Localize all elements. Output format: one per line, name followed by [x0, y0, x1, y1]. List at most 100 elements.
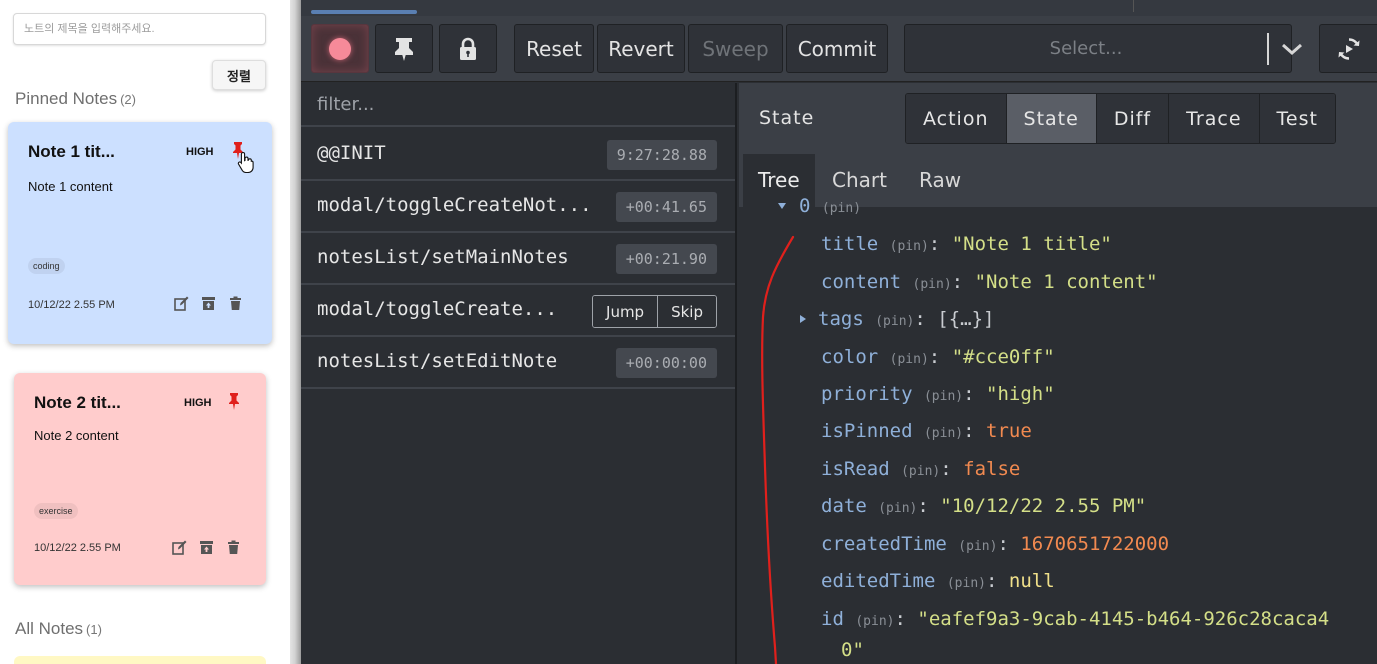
chevron-down-icon[interactable]: [1280, 37, 1304, 61]
monitor-tabs: Action State Diff Trace Test: [905, 93, 1336, 144]
edit-icon[interactable]: [174, 296, 189, 311]
note-priority: HIGH: [186, 146, 214, 158]
jump-button[interactable]: Jump: [593, 296, 658, 327]
tree-value: "#cce0ff": [951, 346, 1055, 368]
tree-value: "Note 1 content": [974, 271, 1158, 293]
tree-pin[interactable]: (pin): [958, 539, 997, 554]
inspector-title: State: [759, 107, 815, 129]
action-name: notesList/setMainNotes: [317, 246, 569, 268]
notes-app-pane: 정렬 Pinned Notes(2) Note 1 tit... HIGH No…: [0, 0, 290, 664]
tab-diff[interactable]: Diff: [1096, 94, 1170, 143]
sort-button[interactable]: 정렬: [212, 60, 266, 90]
active-tab-indicator[interactable]: [311, 10, 417, 14]
archive-icon[interactable]: [201, 296, 216, 311]
revert-button[interactable]: Revert: [597, 24, 685, 73]
tree-key: isPinned: [821, 420, 913, 442]
all-notes-heading: All Notes (1): [15, 619, 102, 639]
note-card[interactable]: Note 1 tit... HIGH Note 1 content coding…: [8, 122, 272, 344]
pane-splitter[interactable]: [290, 0, 301, 664]
hand-cursor-icon: [237, 151, 254, 173]
tree-pin[interactable]: (pin): [855, 614, 894, 629]
tree-node[interactable]: priority (pin): "high": [821, 383, 1055, 405]
tab-action[interactable]: Action: [906, 94, 1007, 143]
trash-icon[interactable]: [228, 296, 243, 311]
tree-pin[interactable]: (pin): [875, 314, 914, 329]
tree-pin[interactable]: (pin): [822, 201, 861, 216]
expand-triangle-icon[interactable]: [777, 201, 787, 211]
note-title-input[interactable]: [13, 13, 266, 45]
record-button[interactable]: [311, 24, 369, 73]
note-content: Note 2 content: [34, 428, 119, 443]
tree-pin[interactable]: (pin): [890, 239, 929, 254]
tree-pin[interactable]: (pin): [947, 576, 986, 591]
action-row[interactable]: modal/toggleCreateNot... +00:41.65: [301, 181, 735, 233]
action-row[interactable]: notesList/setEditNote +00:00:00: [301, 337, 735, 389]
tab-state[interactable]: State: [1006, 94, 1097, 143]
tree-node[interactable]: editedTime (pin): null: [821, 570, 1055, 592]
reset-button[interactable]: Reset: [514, 24, 594, 73]
tree-value: null: [1008, 570, 1055, 592]
tree-node[interactable]: title (pin): "Note 1 title": [821, 233, 1112, 255]
skip-button[interactable]: Skip: [657, 296, 716, 327]
note-card-peek[interactable]: [14, 656, 266, 664]
action-row-hovered[interactable]: modal/toggleCreate... Jump Skip: [301, 285, 735, 337]
state-tree: 0 (pin) title (pin): "Note 1 title" cont…: [739, 195, 1377, 664]
pin-button[interactable]: [375, 24, 433, 73]
note-actions: [172, 540, 241, 555]
tree-pin[interactable]: (pin): [878, 501, 917, 516]
tree-pin[interactable]: (pin): [913, 277, 952, 292]
collapse-triangle-icon[interactable]: [798, 314, 808, 324]
tree-value: "Note 1 title": [951, 233, 1112, 255]
sync-button[interactable]: [1319, 24, 1377, 73]
tree-pin[interactable]: (pin): [890, 352, 929, 367]
tree-value: [{…}]: [937, 308, 995, 330]
action-time: +00:41.65: [615, 192, 717, 222]
sweep-button[interactable]: Sweep: [688, 24, 783, 73]
pin-icon: [395, 37, 413, 61]
tree-key: isRead: [821, 458, 890, 480]
action-row[interactable]: notesList/setMainNotes +00:21.90: [301, 233, 735, 285]
tree-node[interactable]: isRead (pin): false: [821, 458, 1020, 480]
tree-node[interactable]: color (pin): "#cce0ff": [821, 346, 1055, 368]
pinned-notes-heading: Pinned Notes (2): [15, 89, 136, 109]
tree-node[interactable]: date (pin): "10/12/22 2.55 PM": [821, 495, 1146, 517]
tree-key: editedTime: [821, 570, 936, 592]
tree-pin[interactable]: (pin): [924, 389, 963, 404]
tab-raw[interactable]: Raw: [904, 154, 976, 207]
tree-key: 0: [799, 195, 811, 217]
tab-trace[interactable]: Trace: [1169, 94, 1260, 143]
record-icon: [329, 37, 351, 60]
action-filter-input[interactable]: [301, 83, 735, 127]
tree-key: createdTime: [821, 533, 947, 555]
tab-test[interactable]: Test: [1259, 94, 1335, 143]
edit-icon[interactable]: [172, 540, 187, 555]
tree-node[interactable]: createdTime (pin): 1670651722000: [821, 533, 1169, 555]
trash-icon[interactable]: [226, 540, 241, 555]
archive-icon[interactable]: [199, 540, 214, 555]
tree-value: 1670651722000: [1020, 533, 1170, 555]
note-card[interactable]: Note 2 tit... HIGH Note 2 content exerci…: [14, 373, 266, 585]
tree-key: color: [821, 346, 879, 368]
action-row[interactable]: @@INIT 9:27:28.88: [301, 129, 735, 181]
all-notes-count: (1): [86, 622, 102, 637]
tree-value: "10/12/22 2.55 PM": [940, 495, 1147, 517]
action-list: @@INIT 9:27:28.88 modal/toggleCreateNot.…: [301, 83, 737, 664]
commit-button[interactable]: Commit: [786, 24, 888, 73]
tabstrip-divider: [1133, 0, 1134, 12]
tree-node[interactable]: id (pin): "eafef9a3-9cab-4145-b464-926c2…: [821, 608, 1329, 630]
tree-pin[interactable]: (pin): [924, 426, 963, 441]
tree-node-tags[interactable]: tags (pin): [{…}]: [800, 308, 995, 330]
devtools-toolbar: Reset Revert Sweep Commit Select...: [301, 16, 1377, 82]
tree-node[interactable]: isPinned (pin): true: [821, 420, 1032, 442]
lock-button[interactable]: [439, 24, 497, 73]
note-content: Note 1 content: [28, 179, 113, 194]
instance-select[interactable]: Select...: [904, 24, 1302, 73]
tree-key: date: [821, 495, 867, 517]
tree-node-root[interactable]: 0 (pin): [778, 195, 861, 217]
tree-key: tags: [818, 308, 864, 330]
tree-pin[interactable]: (pin): [901, 464, 940, 479]
sync-icon: [1338, 37, 1359, 60]
devtools-tabstrip: [301, 0, 1377, 16]
pin-icon[interactable]: [227, 392, 241, 410]
tree-node[interactable]: content (pin): "Note 1 content": [821, 271, 1158, 293]
